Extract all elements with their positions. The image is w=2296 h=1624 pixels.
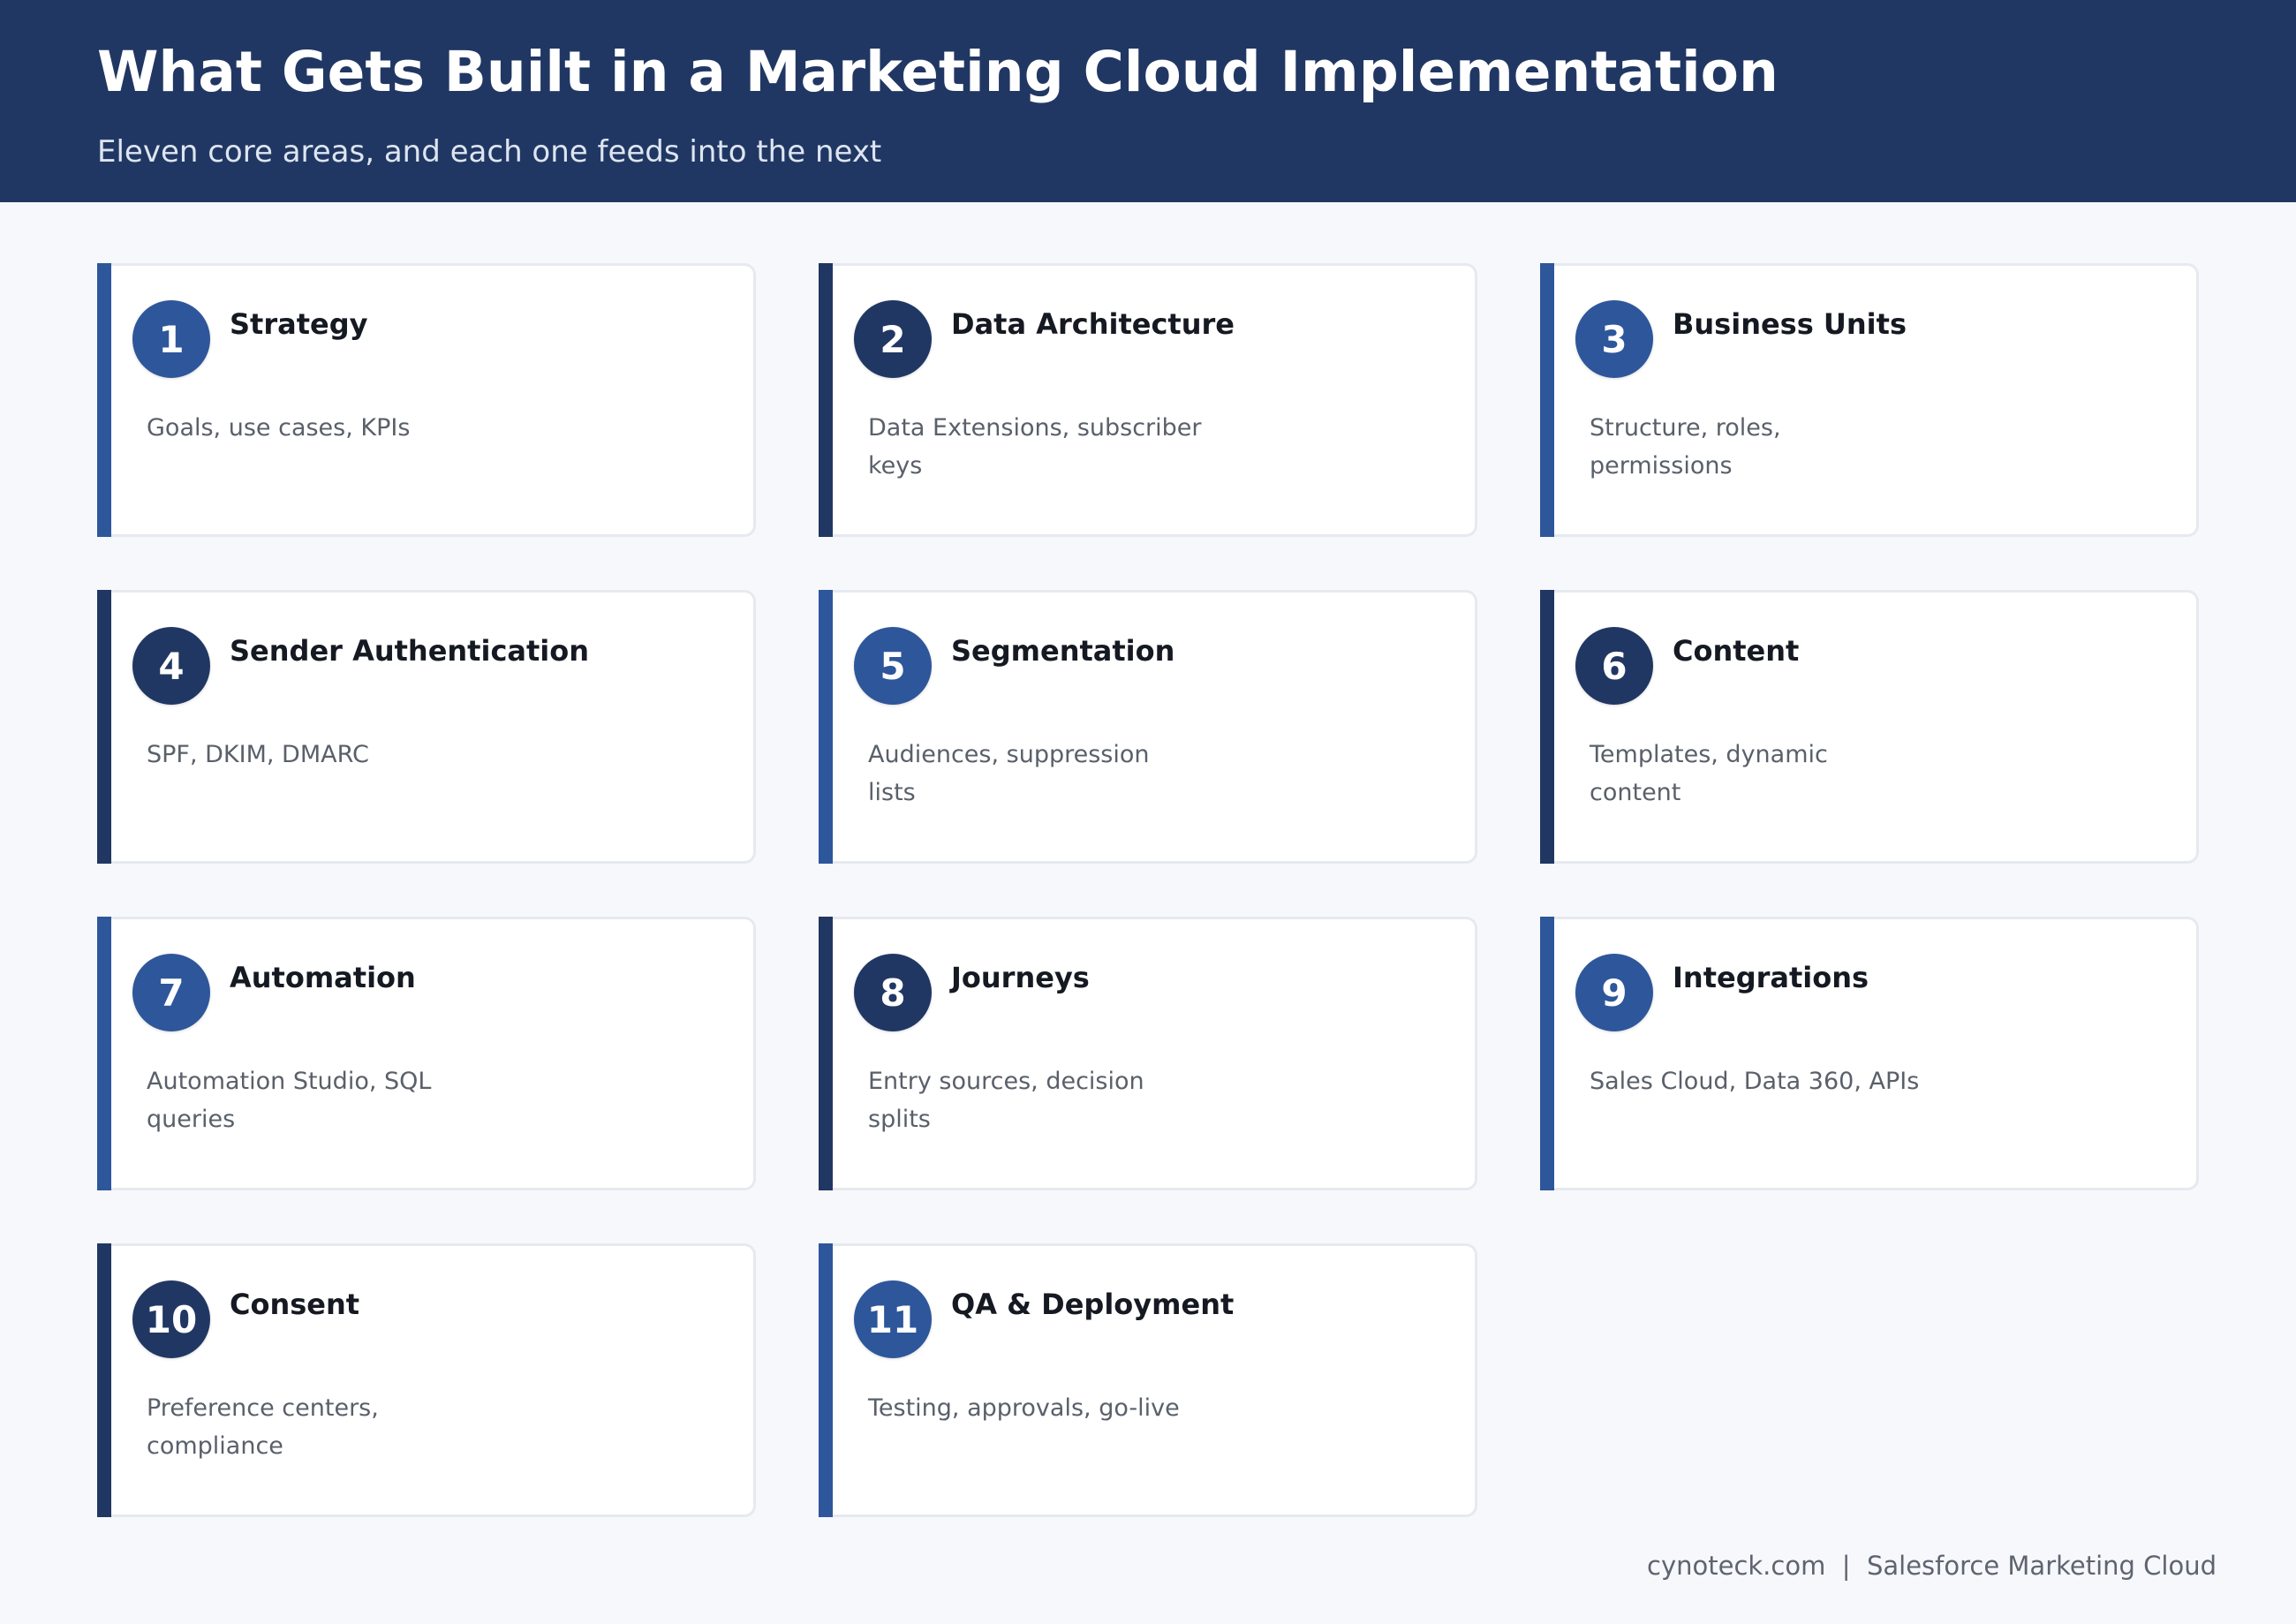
card-title: Integrations: [1673, 961, 1869, 994]
implementation-areas-grid: 1 Strategy Goals, use cases, KPIs 2 Data…: [97, 263, 2199, 1517]
step-number-badge: 5: [854, 627, 932, 705]
page-header: What Gets Built in a Marketing Cloud Imp…: [0, 0, 2296, 202]
card-title: Segmentation: [951, 634, 1175, 668]
area-card-journeys: 8 Journeys Entry sources, decision split…: [819, 917, 1477, 1190]
area-card-strategy: 1 Strategy Goals, use cases, KPIs: [97, 263, 756, 537]
step-number-badge: 7: [132, 954, 210, 1031]
card-description: Goals, use cases, KPIs: [147, 414, 411, 442]
card-description: Preference centers, compliance: [147, 1394, 379, 1460]
card-title: Journeys: [951, 961, 1090, 994]
area-card-integrations: 9 Integrations Sales Cloud, Data 360, AP…: [1540, 917, 2199, 1190]
card-description: Sales Cloud, Data 360, APIs: [1590, 1068, 1920, 1095]
card-title: Content: [1673, 634, 1800, 668]
page-title: What Gets Built in a Marketing Cloud Imp…: [97, 40, 1779, 104]
card-title: Strategy: [230, 307, 368, 341]
area-card-qa-deployment: 11 QA & Deployment Testing, approvals, g…: [819, 1243, 1477, 1517]
card-accent-bar: [97, 917, 111, 1190]
card-description: Entry sources, decision splits: [868, 1068, 1144, 1133]
card-title: Consent: [230, 1288, 360, 1321]
footer-text: cynoteck.com | Salesforce Marketing Clou…: [1647, 1551, 2217, 1581]
card-accent-bar: [1540, 263, 1554, 537]
card-accent-bar: [819, 917, 833, 1190]
card-title: Business Units: [1673, 307, 1907, 341]
step-number-badge: 1: [132, 300, 210, 378]
footer-attribution: cynoteck.com | Salesforce Marketing Clou…: [1647, 1548, 2217, 1583]
card-title: Sender Authentication: [230, 634, 590, 668]
area-card-sender-authentication: 4 Sender Authentication SPF, DKIM, DMARC: [97, 590, 756, 864]
card-title: Data Architecture: [951, 307, 1235, 341]
area-card-automation: 7 Automation Automation Studio, SQL quer…: [97, 917, 756, 1190]
card-accent-bar: [819, 1243, 833, 1517]
step-number-badge: 10: [132, 1280, 210, 1358]
step-number-badge: 6: [1575, 627, 1653, 705]
card-accent-bar: [1540, 917, 1554, 1190]
step-number-badge: 9: [1575, 954, 1653, 1031]
card-accent-bar: [1540, 590, 1554, 864]
card-description: Automation Studio, SQL queries: [147, 1068, 432, 1133]
card-title: QA & Deployment: [951, 1288, 1235, 1321]
card-accent-bar: [819, 263, 833, 537]
card-description: Templates, dynamic content: [1590, 741, 1828, 806]
card-description: SPF, DKIM, DMARC: [147, 741, 369, 768]
card-title: Automation: [230, 961, 416, 994]
card-accent-bar: [819, 590, 833, 864]
area-card-segmentation: 5 Segmentation Audiences, suppression li…: [819, 590, 1477, 864]
step-number-badge: 11: [854, 1280, 932, 1358]
area-card-consent: 10 Consent Preference centers, complianc…: [97, 1243, 756, 1517]
step-number-badge: 8: [854, 954, 932, 1031]
card-accent-bar: [97, 263, 111, 537]
card-description: Testing, approvals, go-live: [868, 1394, 1180, 1422]
card-accent-bar: [97, 1243, 111, 1517]
card-description: Data Extensions, subscriber keys: [868, 414, 1202, 480]
area-card-content: 6 Content Templates, dynamic content: [1540, 590, 2199, 864]
card-accent-bar: [97, 590, 111, 864]
step-number-badge: 2: [854, 300, 932, 378]
area-card-business-units: 3 Business Units Structure, roles, permi…: [1540, 263, 2199, 537]
card-description: Audiences, suppression lists: [868, 741, 1150, 806]
page-subtitle: Eleven core areas, and each one feeds in…: [97, 134, 882, 170]
step-number-badge: 3: [1575, 300, 1653, 378]
card-description: Structure, roles, permissions: [1590, 414, 1781, 480]
area-card-data-architecture: 2 Data Architecture Data Extensions, sub…: [819, 263, 1477, 537]
step-number-badge: 4: [132, 627, 210, 705]
